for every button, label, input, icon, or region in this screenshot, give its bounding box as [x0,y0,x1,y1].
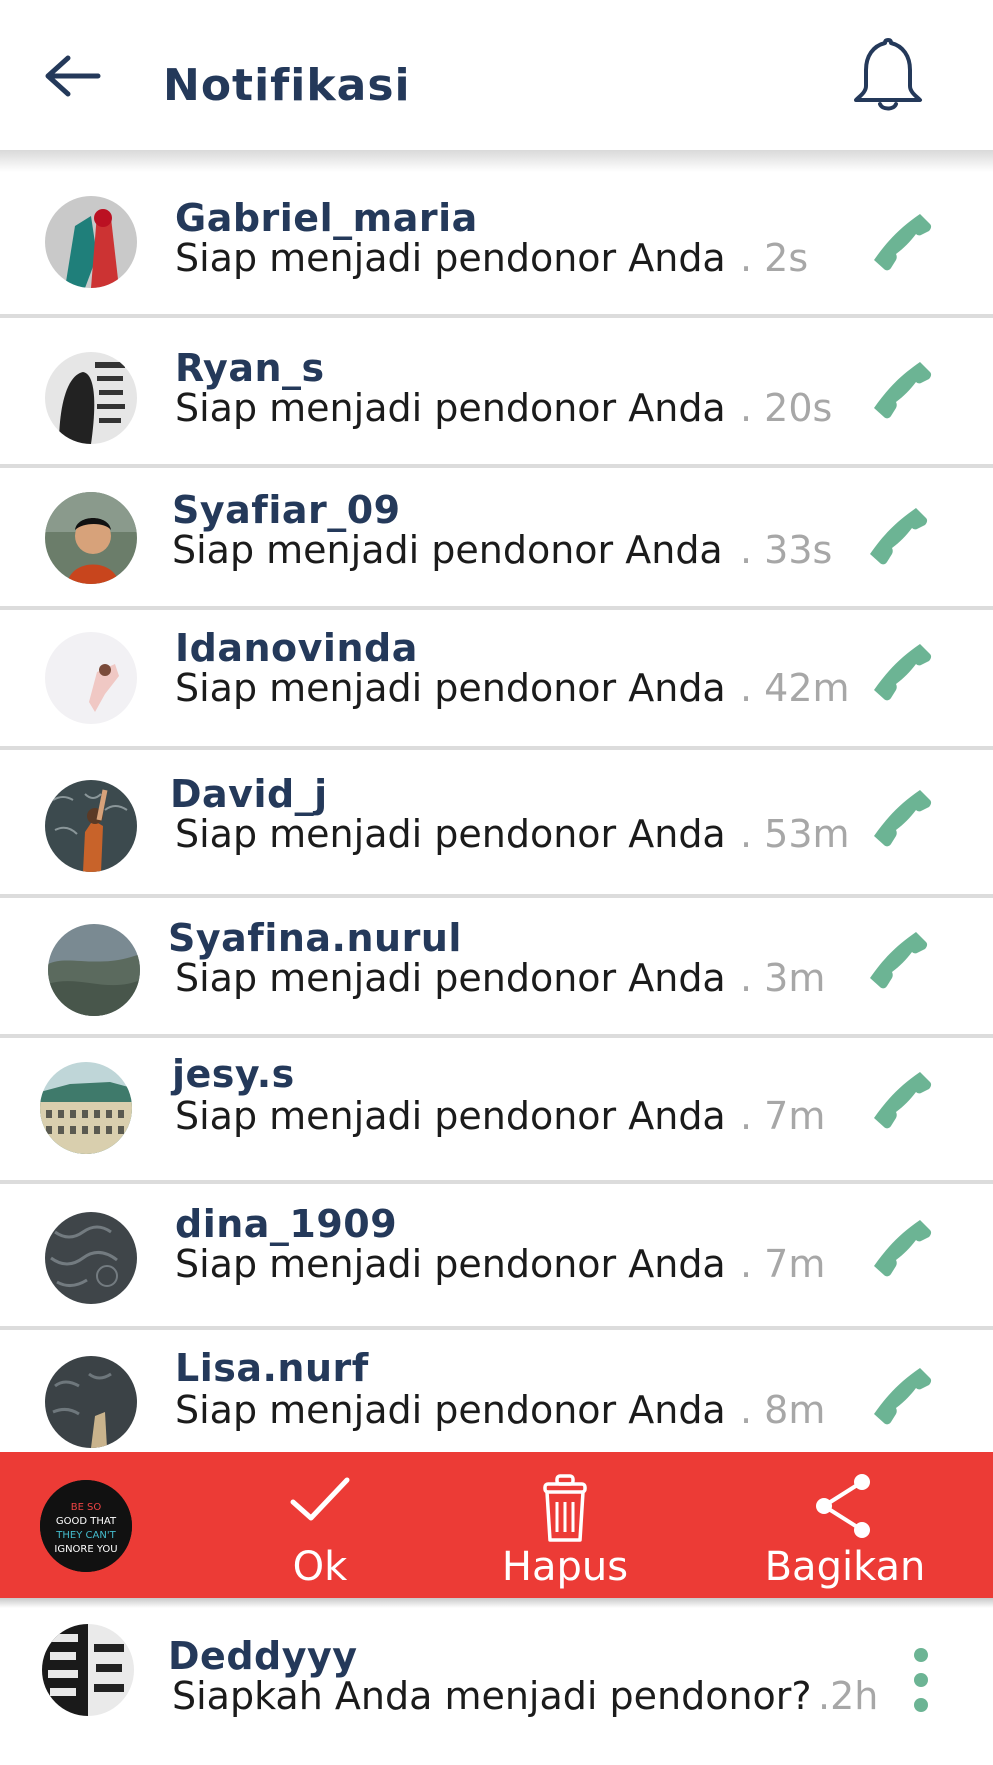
sender-name: Lisa.nurf [175,1346,369,1390]
avatar [45,352,137,444]
call-button[interactable] [866,928,930,992]
svg-text:IGNORE YOU: IGNORE YOU [54,1544,117,1555]
notification-item[interactable]: jesy.s Siap menjadi pendonor Anda . 7m [0,1038,993,1184]
notification-time: . 2s [740,236,809,280]
share-label: Bagikan [764,1544,926,1590]
ok-button[interactable]: Ok [250,1464,390,1594]
share-button[interactable]: Bagikan [760,1464,930,1594]
call-button[interactable] [870,640,934,704]
phone-icon [870,932,928,989]
call-button[interactable] [866,504,930,568]
notification-item[interactable]: Syafina.nurul Siap menjadi pendonor Anda… [0,898,993,1038]
selection-action-bar: BE SO GOOD THAT THEY CAN'T IGNORE YOU Ok… [0,1452,993,1598]
sender-name: Ryan_s [175,346,325,390]
notification-message: Siap menjadi pendonor Anda [175,812,726,856]
notification-time: .2h [818,1674,879,1718]
avatar [40,1062,132,1154]
action-bar-shadow [0,1598,993,1608]
notification-message: Siap menjadi pendonor Anda [175,1388,726,1432]
avatar [45,632,137,724]
notification-time: . 7m [740,1094,826,1138]
call-button[interactable] [870,1216,934,1280]
notification-time: . 7m [740,1242,826,1286]
phone-icon [874,790,932,847]
svg-text:GOOD THAT: GOOD THAT [56,1516,117,1527]
sender-name: dina_1909 [175,1202,398,1246]
svg-text:BE SO: BE SO [71,1502,102,1513]
notification-time: . 3m [740,956,826,1000]
notification-time: . 20s [740,386,833,430]
phone-icon [874,644,932,701]
avatar [45,492,137,584]
checkmark-icon [290,1477,350,1521]
ok-label: Ok [292,1544,348,1590]
phone-icon [874,214,932,271]
sender-name: jesy.s [172,1052,295,1096]
avatar [45,1212,137,1304]
notification-item[interactable]: Syafiar_09 Siap menjadi pendonor Anda . … [0,468,993,610]
notification-message: Siap menjadi pendonor Anda [175,386,726,430]
avatar [45,196,137,288]
notification-item[interactable]: dina_1909 Siap menjadi pendonor Anda . 7… [0,1184,993,1330]
notification-item[interactable]: Ryan_s Siap menjadi pendonor Anda . 20s [0,318,993,468]
notification-item[interactable]: Idanovinda Siap menjadi pendonor Anda . … [0,610,993,750]
svg-text:THEY CAN'T: THEY CAN'T [55,1530,116,1541]
phone-icon [874,1220,932,1277]
more-options-button[interactable] [906,1648,936,1728]
notification-message: Siap menjadi pendonor Anda [175,1094,726,1138]
notification-time: . 53m [740,812,850,856]
delete-button[interactable]: Hapus [480,1464,650,1594]
selected-item-avatar: BE SO GOOD THAT THEY CAN'T IGNORE YOU [40,1480,132,1572]
avatar [45,780,137,872]
notification-item[interactable]: Gabriel_maria Siap menjadi pendonor Anda… [0,150,993,318]
bell-icon [854,38,922,111]
delete-label: Hapus [501,1544,629,1590]
notification-time: . 42m [740,666,850,710]
sender-name: Idanovinda [175,626,418,670]
notification-message: Siapkah Anda menjadi pendonor? [172,1674,812,1718]
call-button[interactable] [870,1364,934,1428]
notifications-bell-button[interactable] [848,34,928,114]
notification-message: Siap menjadi pendonor Anda [175,1242,726,1286]
avatar [42,1624,134,1716]
back-button[interactable] [40,52,120,112]
app-header: Notifikasi [0,0,993,150]
avatar [45,1356,137,1448]
sender-name: David_j [170,772,328,816]
more-vertical-icon [914,1673,928,1687]
notification-message: Siap menjadi pendonor Anda [175,666,726,710]
more-vertical-icon [914,1698,928,1712]
arrow-left-icon [45,55,101,97]
phone-icon [874,1368,932,1425]
sender-name: Syafiar_09 [172,488,401,532]
call-button[interactable] [870,786,934,850]
notification-time: . 8m [740,1388,826,1432]
notification-message: Siap menjadi pendonor Anda [175,956,726,1000]
bottom-notification-item[interactable]: Deddyyy Siapkah Anda menjadi pendonor? .… [0,1608,993,1765]
call-button[interactable] [870,358,934,422]
phone-icon [870,508,928,565]
sender-name: Gabriel_maria [175,196,478,240]
notification-message: Siap menjadi pendonor Anda [172,528,723,572]
notification-message: Siap menjadi pendonor Anda [175,236,726,280]
trash-icon [543,1474,587,1542]
call-button[interactable] [870,1068,934,1132]
notification-item[interactable]: Lisa.nurf Siap menjadi pendonor Anda . 8… [0,1330,993,1452]
notification-time: . 33s [740,528,833,572]
avatar [48,924,140,1016]
page-title: Notifikasi [163,60,411,111]
sender-name: Deddyyy [168,1634,358,1678]
call-button[interactable] [870,210,934,274]
more-vertical-icon [914,1648,928,1662]
phone-icon [874,362,932,419]
share-icon [816,1474,870,1538]
notification-item[interactable]: David_j Siap menjadi pendonor Anda . 53m [0,750,993,898]
phone-icon [874,1072,932,1129]
sender-name: Syafina.nurul [168,916,462,960]
app-screen: Notifikasi Gabriel_maria Siap menjadi pe… [0,0,993,1765]
